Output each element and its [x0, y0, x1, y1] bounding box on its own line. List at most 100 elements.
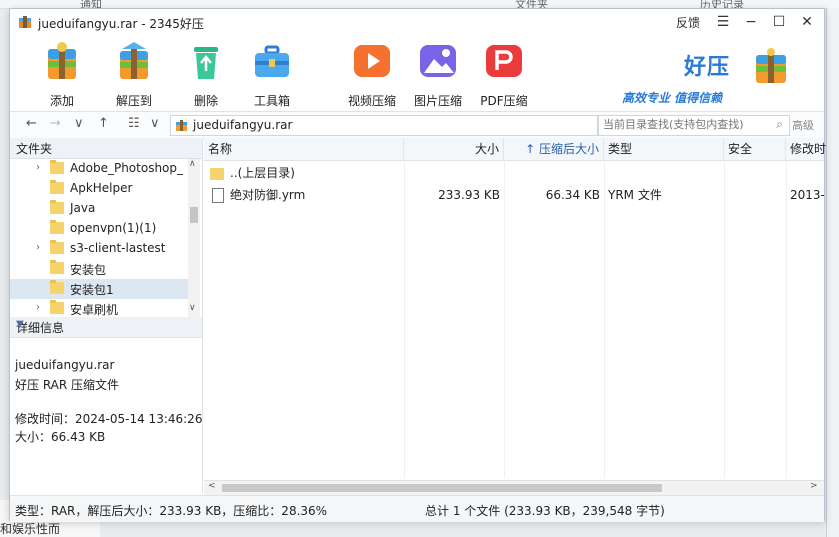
- address-bar: ← → ∨ ↑ ☷ ∨ jueduifangyu.rar ⌕ 高级: [10, 111, 824, 139]
- tree-item-label: Adobe_Photoshop_: [70, 161, 184, 175]
- image-compress-label: 图片压缩: [413, 94, 462, 108]
- column-size[interactable]: 大小: [404, 138, 504, 160]
- details-modified: 修改时间：2024-05-14 13:46:26: [15, 412, 203, 426]
- feedback-link[interactable]: 反馈: [676, 14, 700, 31]
- expand-arrow-icon[interactable]: ›: [36, 302, 40, 313]
- expand-arrow-icon[interactable]: ›: [36, 242, 40, 253]
- extract-label: 解压到: [115, 94, 152, 108]
- scroll-thumb[interactable]: [190, 207, 198, 223]
- column-safety[interactable]: 安全: [724, 138, 786, 160]
- column-packed-size[interactable]: ↑ 压缩后大小: [504, 138, 604, 160]
- details-filetype: 好压 RAR 压缩文件: [15, 378, 120, 392]
- column-divider: [604, 160, 605, 478]
- haozip-window: jueduifangyu.rar - 2345好压 反馈 ☰ − ☐ ✕ 添加: [9, 8, 826, 522]
- file-list: 名称 大小 ↑ 压缩后大小 类型 安全 修改时 ..(上层目录) 绝对防御.yr…: [204, 138, 826, 495]
- tree-item[interactable]: › Adobe_Photoshop_: [10, 159, 188, 179]
- tree-item[interactable]: › 安卓刷机: [10, 299, 188, 317]
- row-size: 233.93 KB: [438, 188, 500, 202]
- add-button[interactable]: 添加: [32, 39, 92, 109]
- search-input[interactable]: [599, 116, 767, 133]
- folders-header-label: 文件夹: [16, 142, 53, 156]
- delete-button[interactable]: 删除: [176, 39, 236, 109]
- scroll-thumb[interactable]: [222, 484, 662, 492]
- history-dropdown-icon[interactable]: ∨: [74, 116, 84, 131]
- title-bar[interactable]: jueduifangyu.rar - 2345好压 反馈 ☰ − ☐ ✕: [10, 9, 824, 35]
- file-icon: [212, 188, 224, 203]
- row-type: YRM 文件: [608, 188, 662, 202]
- row-packed-size: 66.34 KB: [545, 188, 600, 202]
- table-row[interactable]: 绝对防御.yrm 233.93 KB 66.34 KB YRM 文件 2013-: [204, 184, 824, 206]
- tree-item-label: s3-client-lastest: [70, 241, 166, 255]
- folder-icon: [50, 260, 64, 274]
- collapse-icon[interactable]: ▼: [16, 319, 194, 330]
- pdf-compress-label: PDF压缩: [480, 94, 528, 108]
- details-header[interactable]: 详细信息 ▼: [10, 317, 202, 338]
- scroll-left-icon[interactable]: <: [208, 481, 216, 491]
- path-text: jueduifangyu.rar: [193, 118, 293, 132]
- row-name: ..(上层目录): [230, 166, 295, 180]
- brand-box-icon: [756, 48, 786, 83]
- left-pane: 文件夹 › Adobe_Photoshop_ ApkHelper Java op…: [10, 138, 203, 493]
- tree-item-selected[interactable]: 安装包1: [10, 279, 188, 299]
- tree-item-label: openvpn(1)(1): [70, 221, 157, 235]
- expand-arrow-icon[interactable]: ›: [36, 162, 40, 173]
- view-mode-icon[interactable]: ☷: [128, 116, 140, 131]
- status-total: 总计 1 个文件 (233.93 KB，239,548 字节): [425, 504, 665, 518]
- tree-scrollbar[interactable]: ∧ ∨: [188, 159, 200, 317]
- tree-item[interactable]: openvpn(1)(1): [10, 219, 188, 239]
- maximize-button[interactable]: ☐: [768, 12, 790, 32]
- tree-item[interactable]: Java: [10, 199, 188, 219]
- folder-icon: [50, 300, 64, 314]
- up-level-icon[interactable]: ↑: [98, 116, 109, 131]
- close-button[interactable]: ✕: [796, 12, 818, 32]
- add-box-icon: [48, 42, 76, 79]
- status-bar: 类型：RAR，解压后大小：233.93 KB，压缩比：28.36% 总计 1 个…: [10, 495, 824, 522]
- background-text: 和娱乐性而: [0, 522, 61, 536]
- tree-item[interactable]: 安装包: [10, 259, 188, 279]
- image-compress-button[interactable]: 图片压缩: [408, 39, 468, 109]
- search-icon[interactable]: ⌕: [776, 117, 783, 132]
- forward-icon[interactable]: →: [50, 116, 61, 131]
- delete-label: 删除: [193, 94, 218, 108]
- column-name[interactable]: 名称: [204, 138, 404, 160]
- haozip-logo-icon: [19, 16, 31, 28]
- horizontal-scrollbar[interactable]: < >: [204, 480, 824, 495]
- advanced-search-button[interactable]: 高级: [792, 117, 814, 133]
- folder-icon: [50, 200, 64, 214]
- folders-header: 文件夹: [10, 138, 202, 159]
- tree-item-label: 安装包: [70, 263, 107, 277]
- column-divider: [404, 160, 405, 478]
- minimize-button[interactable]: −: [740, 12, 762, 32]
- extract-button[interactable]: 解压到: [104, 39, 164, 109]
- brand-area: 好压 高效专业 值得信赖: [622, 41, 822, 107]
- search-box[interactable]: ⌕: [598, 115, 790, 136]
- column-type[interactable]: 类型: [604, 138, 724, 160]
- folder-icon: [50, 180, 64, 194]
- tree-item-label: 安装包1: [70, 283, 114, 297]
- scroll-up-icon[interactable]: ∧: [189, 159, 196, 169]
- path-field[interactable]: jueduifangyu.rar: [170, 115, 598, 136]
- scroll-right-icon[interactable]: >: [810, 481, 818, 491]
- status-archive-info: 类型：RAR，解压后大小：233.93 KB，压缩比：28.36%: [15, 504, 328, 518]
- toolbox-button[interactable]: 工具箱: [242, 39, 302, 109]
- image-compress-icon: [420, 45, 456, 77]
- scroll-down-icon[interactable]: ∨: [189, 303, 196, 313]
- menu-icon[interactable]: ☰: [712, 12, 734, 32]
- brand-word: 好压: [684, 55, 731, 80]
- tree-item[interactable]: ApkHelper: [10, 179, 188, 199]
- recycle-bin-icon: [194, 47, 218, 79]
- column-header: 名称 大小 ↑ 压缩后大小 类型 安全 修改时: [204, 138, 826, 161]
- details-size: 大小：66.43 KB: [15, 430, 106, 444]
- back-icon[interactable]: ←: [26, 116, 37, 131]
- view-mode-dropdown-icon[interactable]: ∨: [150, 116, 160, 131]
- table-row[interactable]: ..(上层目录): [204, 162, 824, 184]
- tree-item[interactable]: › s3-client-lastest: [10, 239, 188, 259]
- column-divider: [786, 160, 787, 478]
- toolbox-label: 工具箱: [253, 94, 290, 108]
- main-toolbar: 添加 解压到 删除 工具箱 视频压缩 图片压缩 PDF压缩 好压 高效专业 值得…: [10, 35, 824, 111]
- column-modified[interactable]: 修改时: [786, 138, 826, 160]
- video-compress-button[interactable]: 视频压缩: [342, 39, 402, 109]
- add-label: 添加: [49, 94, 74, 108]
- pdf-compress-button[interactable]: PDF压缩: [474, 39, 534, 109]
- folder-icon: [50, 240, 64, 254]
